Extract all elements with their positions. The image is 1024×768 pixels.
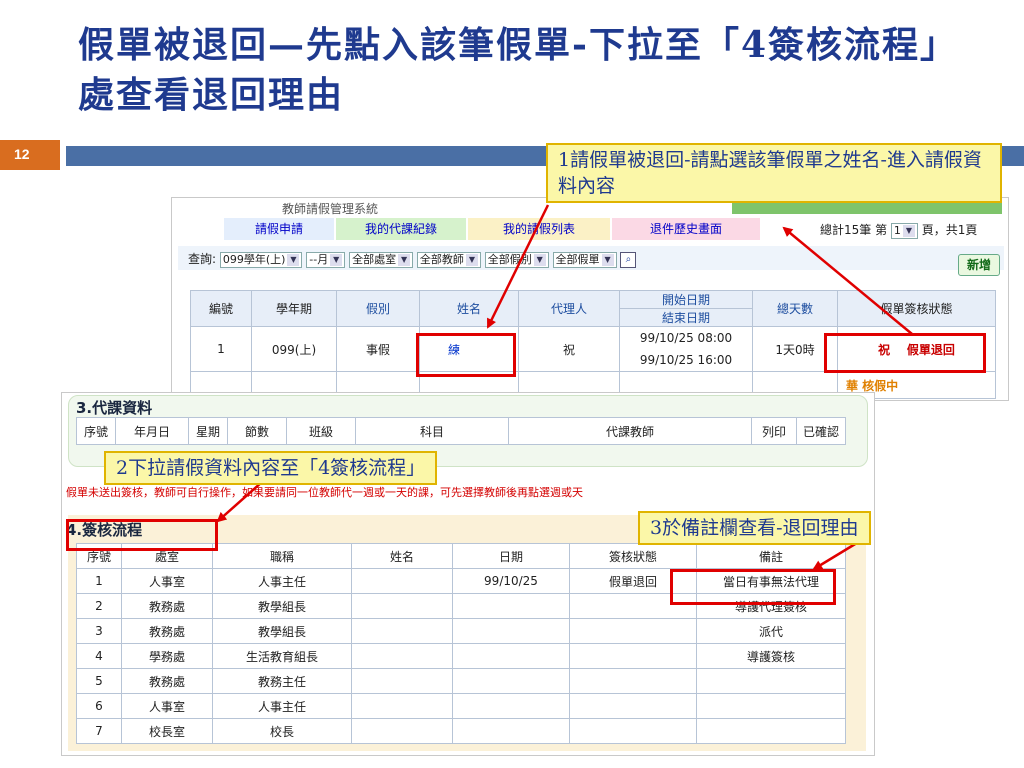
arrow-to-name — [486, 204, 550, 329]
callout-step-2: 2下拉請假資料內容至「4簽核流程」 — [104, 451, 438, 485]
arrow-to-section4 — [216, 481, 263, 523]
callout-step-3: 3於備註欄查看-退回理由 — [638, 511, 871, 545]
arrow-to-status — [782, 226, 913, 335]
callout-step-1: 1請假單被退回-請點選該筆假單之姓名-進入請假資料內容 — [546, 143, 1002, 203]
annotation-arrows — [216, 204, 913, 571]
